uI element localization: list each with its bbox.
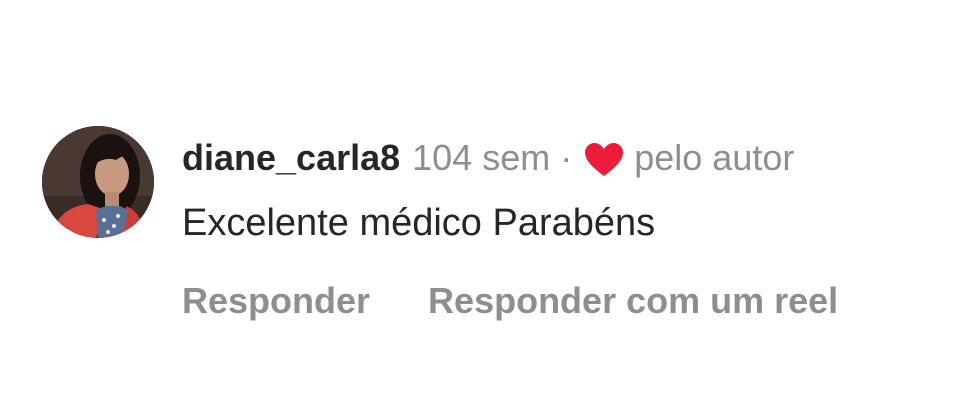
reply-with-reel-button[interactable]: Responder com um reel: [428, 276, 838, 326]
reply-button[interactable]: Responder: [182, 276, 370, 326]
timestamp: 104 sem: [412, 137, 551, 178]
avatar[interactable]: [42, 126, 154, 238]
comment-header: diane_carla8 104 sem · pelo autor: [182, 132, 794, 184]
liked-by-author-label: pelo autor: [634, 137, 795, 178]
comment-text: Excelente médico Parabéns: [182, 202, 656, 244]
heart-icon: [584, 140, 624, 176]
comment-actions: Responder Responder com um reel: [182, 276, 838, 326]
separator: ·: [560, 137, 573, 178]
comment-item: diane_carla8 104 sem · pelo autor Excele…: [42, 126, 952, 336]
username[interactable]: diane_carla8: [182, 132, 400, 184]
